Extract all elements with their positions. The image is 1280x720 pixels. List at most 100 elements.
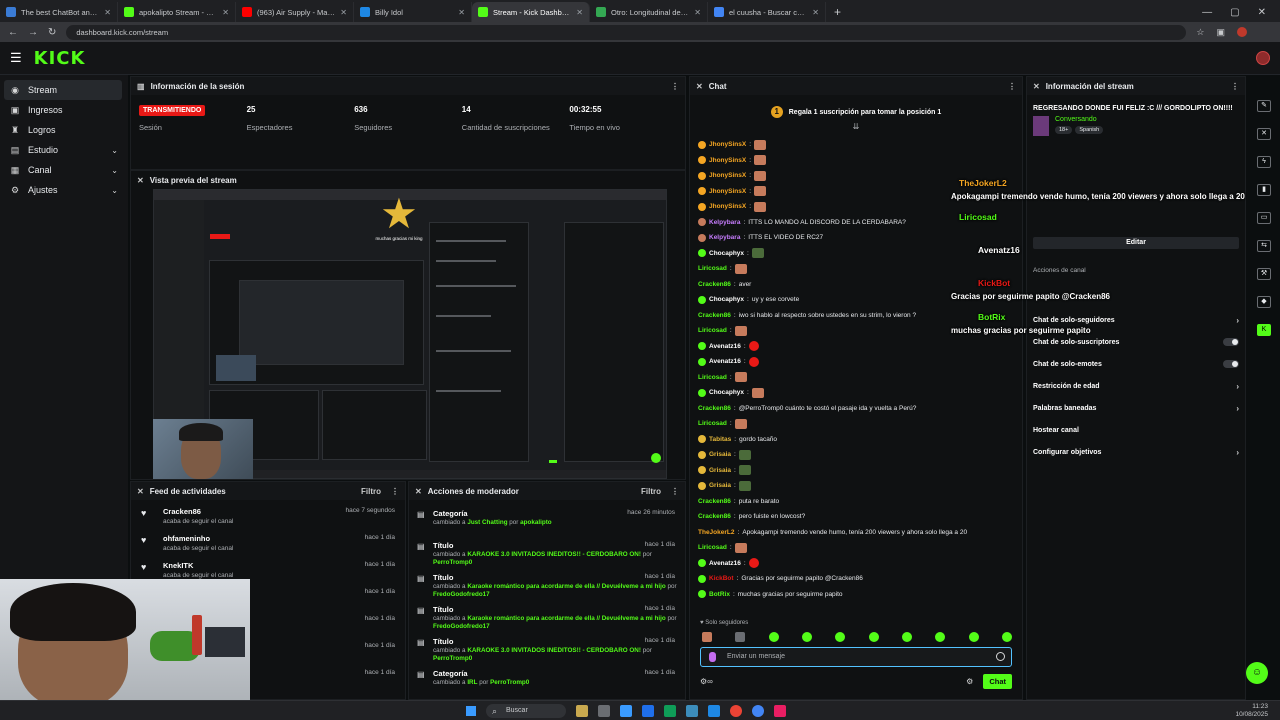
mod-filter-button[interactable]: Filtro [641,487,661,496]
chat-username[interactable]: Avenatz16 [709,343,741,350]
collapse-icon[interactable]: ✕ [137,487,144,496]
collapse-icon[interactable]: ✕ [137,176,144,185]
tab-close-icon[interactable]: ✕ [222,8,229,17]
tab-close-icon[interactable]: ✕ [812,8,819,17]
chat-username[interactable]: JhonySinsX [709,141,746,148]
feed-filter-button[interactable]: Filtro [361,487,381,496]
forward-icon[interactable]: → [28,27,38,38]
more-options-icon[interactable]: ⋮ [671,82,679,91]
emote-icon[interactable] [935,632,946,642]
emote-icon[interactable] [835,632,846,642]
chat-username[interactable]: Liricosad [698,374,727,381]
chat-username[interactable]: Grisaia [709,482,731,489]
emote-icon[interactable] [1001,632,1012,642]
bookmark-icon[interactable]: ▮ [1257,184,1271,196]
detail-user[interactable]: PerroTromp0 [490,679,529,686]
wrench-icon[interactable]: ⚒ [1257,268,1271,280]
browser-tab[interactable]: Otro: Longitudinal de la Sierra ✕ [590,2,708,22]
maximize-icon[interactable]: ▢ [1230,7,1239,18]
chat-message-input[interactable]: Enviar un mensaje [700,647,1012,667]
lightning-icon[interactable]: ϟ [1257,156,1271,168]
close-icon[interactable]: ✕ [1257,128,1271,140]
more-options-icon[interactable]: ⋮ [1008,82,1016,91]
chat-username[interactable]: JhonySinsX [709,172,746,179]
chat-username[interactable]: Avenatz16 [709,560,741,567]
toggle-switch[interactable] [1223,360,1239,368]
profile-avatar[interactable] [1236,27,1247,37]
chat-username[interactable]: Tabitas [709,436,731,443]
taskbar-search[interactable]: Buscar [486,703,566,718]
sidebar-item-canal[interactable]: ▦ Canal ⌄ [0,160,128,180]
reload-icon[interactable]: ↻ [48,27,56,38]
chat-username[interactable]: Liricosad [698,420,727,427]
emoji-picker-icon[interactable] [996,652,1005,661]
chat-username[interactable]: Grisaia [709,467,731,474]
taskbar-app-icon[interactable] [620,704,632,717]
chat-username[interactable]: Chocaphyx [709,389,744,396]
kick-logo[interactable]: KICK [34,48,86,69]
hamburger-menu-icon[interactable]: ☰ [10,50,22,66]
emote-icon[interactable] [735,632,746,642]
chat-username[interactable]: Kelpybara [709,234,740,241]
detail-user[interactable]: PerroTromp0 [433,559,472,566]
send-chat-button[interactable]: Chat [983,674,1012,689]
browser-tab[interactable]: apokalipto Stream - Watch Live ✕ [118,2,236,22]
chat-username[interactable]: Cracken86 [698,513,731,520]
browser-tab[interactable]: Stream - Kick Dashboard ✕ [472,2,590,22]
chat-username[interactable]: Cracken86 [698,498,731,505]
taskbar-app-icon[interactable] [576,704,588,717]
emote-icon[interactable] [901,632,912,642]
sidebar-item-ingresos[interactable]: ▣ Ingresos [0,100,128,120]
collapse-icon[interactable]: ✕ [415,487,422,496]
taskbar-app-icon[interactable] [664,704,676,717]
taskbar-app-icon[interactable] [730,704,742,717]
taskbar-app-icon[interactable] [774,704,786,717]
extensions-icon[interactable]: ▣ [1216,27,1225,38]
chat-username[interactable]: Liricosad [698,327,727,334]
mod-tools-icon[interactable]: ⚙∞ [700,677,713,686]
more-options-icon[interactable]: ⋮ [671,487,679,496]
chat-bubble-icon[interactable]: ▭ [1257,212,1271,224]
chat-username[interactable]: JhonySinsX [709,157,746,164]
system-clock[interactable]: 11:23 10/08/2025 [1235,703,1280,719]
sidebar-item-estudio[interactable]: ▤ Estudio ⌄ [0,140,128,160]
chat-username[interactable]: TheJokerL2 [698,529,735,536]
emote-icon[interactable] [868,632,879,642]
chat-username[interactable]: Cracken86 [698,405,731,412]
taskbar-app-icon[interactable] [708,704,720,717]
edit-stream-button[interactable]: Editar [1033,237,1239,249]
emote-icon[interactable] [968,632,979,642]
setting-row[interactable]: Chat de solo-emotes [1027,353,1245,375]
taskbar-app-icon[interactable] [686,704,698,717]
tab-close-icon[interactable]: ✕ [104,8,111,17]
chat-username[interactable]: Avenatz16 [709,358,741,365]
browser-tab[interactable]: el cuusha - Buscar con Google ✕ [708,2,826,22]
chat-username[interactable]: Chocaphyx [709,250,744,257]
diamond-icon[interactable]: ◆ [1257,296,1271,308]
setting-row[interactable]: Hostear canal [1027,419,1245,441]
toggle-switch[interactable] [1223,338,1239,346]
tab-close-icon[interactable]: ✕ [458,8,465,17]
setting-row[interactable]: Restricción de edad › [1027,375,1245,397]
chat-username[interactable]: Liricosad [698,265,727,272]
emote-icon[interactable] [768,632,779,642]
more-options-icon[interactable]: ⋮ [1231,82,1239,91]
chat-username[interactable]: Liricosad [698,544,727,551]
scroll-down-icon[interactable]: ⇊ [690,122,1022,132]
chat-username[interactable]: Cracken86 [698,281,731,288]
chat-username[interactable]: Cracken86 [698,312,731,319]
sidebar-item-ajustes[interactable]: ⚙ Ajustes ⌄ [0,180,128,200]
more-options-icon[interactable]: ⋮ [391,487,399,496]
url-field[interactable]: dashboard.kick.com/stream [66,24,1187,40]
taskbar-app-icon[interactable] [752,704,764,717]
new-tab-button[interactable]: + [826,2,849,22]
setting-row[interactable]: Configurar objetivos › [1027,441,1245,463]
chat-username[interactable]: JhonySinsX [709,188,746,195]
sidebar-item-logros[interactable]: ♜ Logros [0,120,128,140]
kick-icon[interactable]: K [1257,324,1271,336]
emote-icon[interactable] [702,632,712,642]
browser-tab[interactable]: Billy Idol ✕ [354,2,472,22]
windows-start-icon[interactable] [466,705,476,716]
floating-action-button[interactable]: ☺ [1246,662,1268,684]
sidebar-item-stream[interactable]: ◉ Stream [4,80,122,100]
